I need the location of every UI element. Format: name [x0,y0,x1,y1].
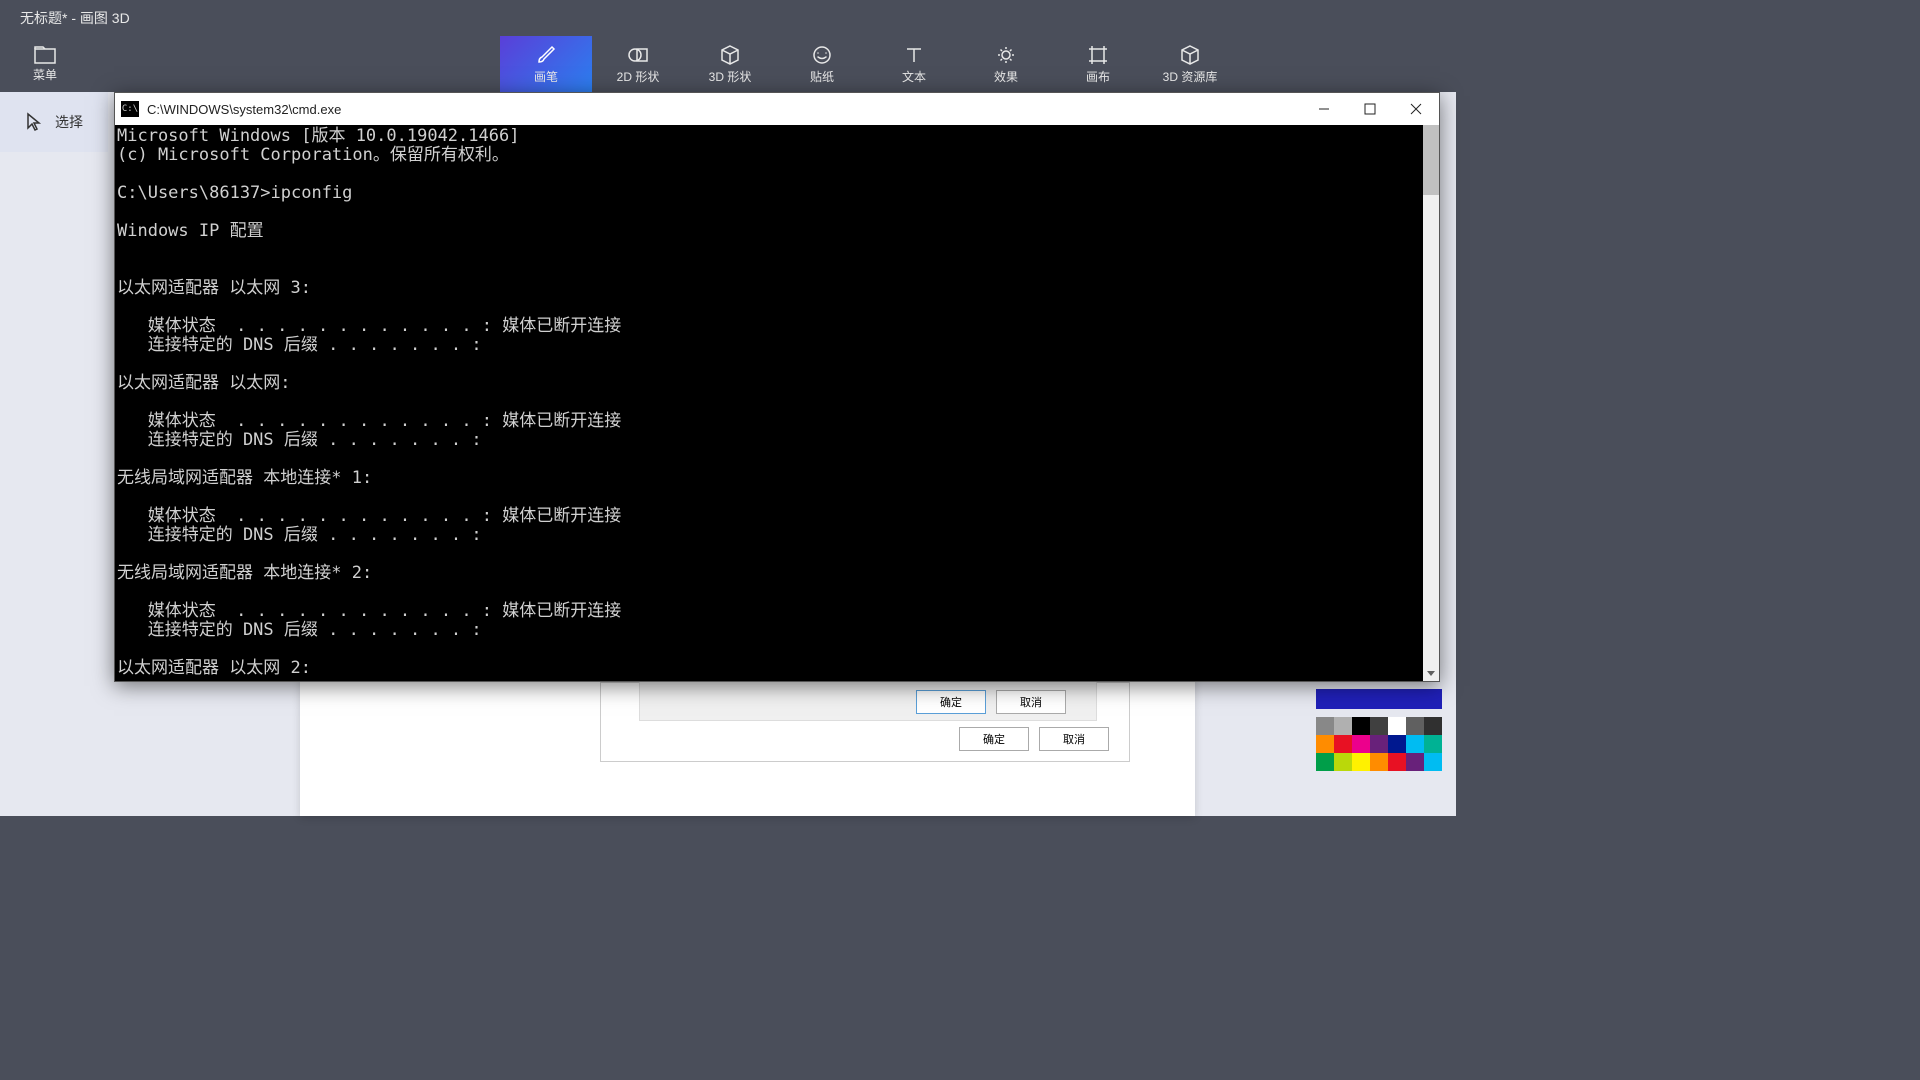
palette-grid [1316,717,1442,771]
color-swatch[interactable] [1352,753,1370,771]
folder-icon [34,46,56,64]
shape3d-icon [719,44,741,66]
app-title-bar: 无标题* - 画图 3D [0,0,1456,36]
close-icon [1410,103,1422,115]
tab-3d-library[interactable]: 3D 资源库 [1144,36,1236,92]
effect-icon [995,44,1017,66]
menu-button[interactable]: 菜单 [0,36,90,92]
color-swatch[interactable] [1388,735,1406,753]
color-swatch[interactable] [1316,735,1334,753]
color-swatch[interactable] [1406,717,1424,735]
tab-brush[interactable]: 画笔 [500,36,592,92]
cmd-titlebar[interactable]: C:\ C:\WINDOWS\system32\cmd.exe [115,93,1439,125]
maximize-button[interactable] [1347,93,1393,125]
app-title: 无标题* - 画图 3D [20,8,130,28]
tab-text[interactable]: 文本 [868,36,960,92]
tab-label: 文本 [902,68,926,85]
scroll-down-icon[interactable] [1423,665,1439,681]
color-swatch[interactable] [1316,753,1334,771]
cursor-icon [25,112,43,132]
cmd-icon: C:\ [121,101,139,117]
dialog-outer: 确定 取消 确定 取消 [600,682,1130,762]
sticker-icon [811,44,833,66]
brush-icon [535,44,557,66]
tab-3d-shape[interactable]: 3D 形状 [684,36,776,92]
color-swatch[interactable] [1370,717,1388,735]
color-swatch[interactable] [1370,735,1388,753]
ok-button-2[interactable]: 确定 [959,727,1029,751]
color-swatch[interactable] [1352,717,1370,735]
tab-label: 画笔 [534,68,558,85]
cmd-scroll-thumb[interactable] [1423,125,1439,195]
color-swatch[interactable] [1334,735,1352,753]
color-swatch[interactable] [1406,735,1424,753]
color-swatch[interactable] [1388,753,1406,771]
toolbar-tabs: 画笔 2D 形状 3D 形状 贴纸 文本 效果 画布 3D 资源库 [500,36,1236,92]
color-swatch[interactable] [1424,753,1442,771]
color-swatch[interactable] [1352,735,1370,753]
tab-label: 3D 资源库 [1163,68,1218,85]
tab-sticker[interactable]: 贴纸 [776,36,868,92]
color-swatch[interactable] [1334,753,1352,771]
tab-label: 效果 [994,68,1018,85]
text-icon [903,44,925,66]
select-button[interactable]: 选择 [0,92,108,152]
tab-canvas[interactable]: 画布 [1052,36,1144,92]
minimize-icon [1318,103,1330,115]
color-palette [1316,689,1442,771]
maximize-icon [1364,103,1376,115]
tab-label: 画布 [1086,68,1110,85]
cancel-button-2[interactable]: 取消 [1039,727,1109,751]
tab-label: 3D 形状 [709,68,752,85]
minimize-button[interactable] [1301,93,1347,125]
color-swatch[interactable] [1334,717,1352,735]
cmd-output[interactable]: Microsoft Windows [版本 10.0.19042.1466] (… [115,125,1439,681]
close-button[interactable] [1393,93,1439,125]
color-swatch[interactable] [1424,735,1442,753]
menu-label: 菜单 [33,66,57,83]
canvas-icon [1087,44,1109,66]
cancel-button[interactable]: 取消 [996,690,1066,714]
library-icon [1179,44,1201,66]
cmd-title: C:\WINDOWS\system32\cmd.exe [147,102,1301,117]
cmd-window: C:\ C:\WINDOWS\system32\cmd.exe Microsof… [114,92,1440,682]
shape2d-icon [627,44,649,66]
top-toolbar: 菜单 画笔 2D 形状 3D 形状 贴纸 文本 效果 画布 [0,36,1456,92]
color-swatch[interactable] [1388,717,1406,735]
color-swatch[interactable] [1316,717,1334,735]
tab-effect[interactable]: 效果 [960,36,1052,92]
color-swatch[interactable] [1370,753,1388,771]
tab-label: 2D 形状 [617,68,660,85]
color-swatch[interactable] [1406,753,1424,771]
dialog-inner: 确定 取消 [639,681,1097,721]
cmd-scrollbar[interactable] [1423,125,1439,681]
tab-label: 贴纸 [810,68,834,85]
select-label: 选择 [55,112,83,132]
ok-button[interactable]: 确定 [916,690,986,714]
tab-2d-shape[interactable]: 2D 形状 [592,36,684,92]
color-swatch[interactable] [1424,717,1442,735]
current-color-swatch[interactable] [1316,689,1442,709]
